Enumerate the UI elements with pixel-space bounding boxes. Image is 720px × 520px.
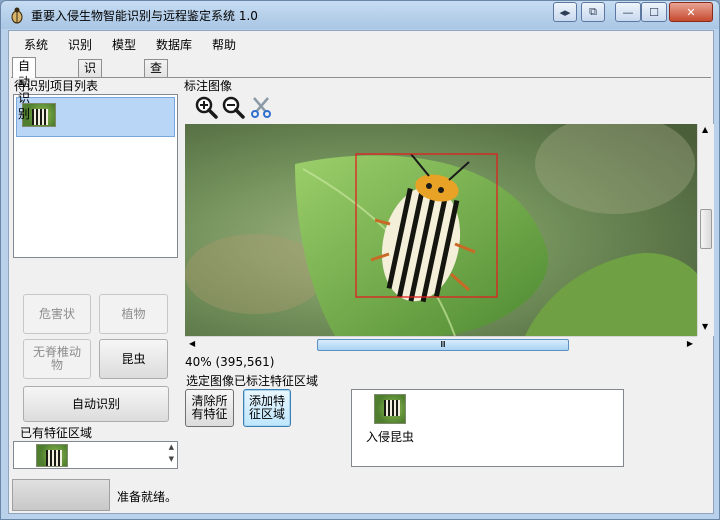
scroll-up-icon[interactable]: ▲: [702, 125, 708, 134]
client-area: 系统 识别 模型 数据库 帮助 自动识别 识别结果 查询 待识别项目列表 危害状…: [8, 30, 714, 514]
menu-help[interactable]: 帮助: [212, 36, 236, 53]
pending-list[interactable]: [13, 94, 178, 258]
beetle-photo: [185, 124, 697, 336]
beetle-app-icon: [11, 7, 23, 24]
menu-database[interactable]: 数据库: [156, 36, 192, 53]
vertical-scroll-thumb[interactable]: [700, 209, 712, 249]
feature-thumbnail[interactable]: [374, 394, 406, 424]
scroll-down-icon[interactable]: ▼: [702, 322, 708, 331]
scroll-right-icon[interactable]: ▶: [687, 339, 693, 348]
main-window: 重要入侵生物智能识别与远程鉴定系统 1.0 ◂▸ ⧉ — ☐ ✕ 系统 识别 模…: [0, 0, 720, 520]
tab-query[interactable]: 查询: [144, 59, 169, 91]
close-button[interactable]: ✕: [669, 2, 713, 22]
plant-button[interactable]: 植物: [99, 294, 168, 334]
menu-model[interactable]: 模型: [112, 36, 136, 53]
clear-features-button[interactable]: 清除所 有特征: [185, 389, 234, 427]
hazard-button[interactable]: 危害状: [23, 294, 91, 334]
existing-regions-list[interactable]: ▲ ▼: [13, 441, 178, 469]
scroll-left-icon[interactable]: ◀: [189, 339, 195, 348]
menu-bar: 系统 识别 模型 数据库 帮助: [9, 31, 713, 55]
zoom-out-icon[interactable]: [221, 95, 245, 119]
invertebrate-button[interactable]: 无脊椎动 物: [23, 339, 91, 379]
status-text: 准备就绪。: [117, 490, 178, 504]
tab-auto-identify[interactable]: 自动识别: [12, 57, 37, 121]
existing-regions-label: 已有特征区域: [20, 426, 93, 440]
horizontal-scrollbar[interactable]: ◀ Ⅲ ▶: [185, 336, 697, 353]
feature-caption: 入侵昆虫: [366, 430, 415, 444]
feature-region-list[interactable]: 入侵昆虫: [351, 389, 624, 467]
window-title: 重要入侵生物智能识别与远程鉴定系统 1.0: [31, 9, 258, 23]
auto-identify-button[interactable]: 自动识别: [23, 386, 169, 422]
minimize-button[interactable]: —: [615, 2, 641, 22]
insect-button[interactable]: 昆虫: [99, 339, 168, 379]
vertical-scrollbar[interactable]: ▲ ▼: [697, 124, 714, 336]
scissors-icon[interactable]: [249, 95, 273, 119]
horizontal-scroll-thumb[interactable]: Ⅲ: [317, 339, 569, 351]
annotation-canvas[interactable]: [185, 124, 697, 336]
list-item[interactable]: [16, 97, 175, 137]
menu-identify[interactable]: 识别: [68, 36, 92, 53]
spin-down-icon[interactable]: ▼: [169, 455, 174, 463]
zoom-in-icon[interactable]: [194, 95, 218, 119]
image-panel-title: 标注图像: [184, 79, 233, 93]
region-thumbnail: [36, 444, 68, 467]
status-progress-pane: [12, 479, 110, 511]
menu-system[interactable]: 系统: [24, 36, 48, 53]
spin-up-icon[interactable]: ▲: [169, 443, 174, 451]
zoom-readout: 40% (395,561): [185, 355, 275, 369]
title-bar[interactable]: 重要入侵生物智能识别与远程鉴定系统 1.0 ◂▸ ⧉ — ☐ ✕: [1, 1, 719, 29]
restore-doc-icon[interactable]: ⧉: [581, 2, 605, 22]
add-region-button[interactable]: 添加特 征区域: [243, 389, 291, 427]
swap-icon[interactable]: ◂▸: [553, 2, 577, 22]
maximize-button[interactable]: ☐: [641, 2, 667, 22]
tab-results[interactable]: 识别结果: [78, 59, 103, 123]
feature-panel-label: 选定图像已标注特征区域: [186, 374, 319, 388]
